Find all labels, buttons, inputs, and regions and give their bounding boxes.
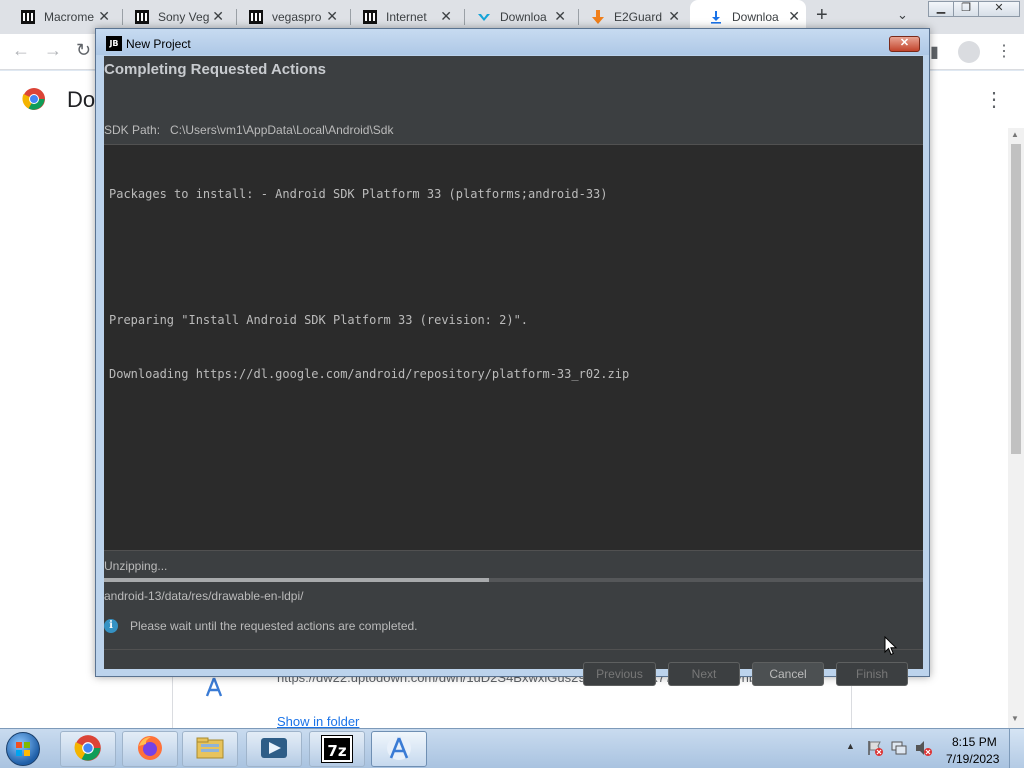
browser-menu-icon[interactable]: ⋮: [996, 41, 1012, 61]
info-message-row: i Please wait until the requested action…: [104, 619, 418, 633]
wizard-step-header: Completing Requested Actions: [104, 61, 326, 78]
tab-title: Internet: [386, 10, 427, 24]
dialog-title: New Project: [126, 37, 191, 51]
uptodown-icon: [476, 9, 492, 25]
7zip-icon: 7z: [321, 735, 353, 763]
taskbar-chrome[interactable]: [60, 731, 116, 767]
android-studio-icon: [385, 734, 413, 765]
restore-button[interactable]: ❐: [953, 1, 979, 17]
profile-avatar-icon[interactable]: [958, 41, 980, 63]
download-item-card: https://dw22.uptodown.com/dwn/1uD2S4Bxwx…: [172, 667, 852, 737]
taskbar-file-explorer[interactable]: [182, 731, 238, 767]
side-panel-icon[interactable]: ▮: [930, 42, 939, 62]
page-title: Do: [67, 87, 96, 112]
show-hidden-icons-arrow[interactable]: ▲: [846, 741, 855, 751]
log-line: Downloading https://dl.google.com/androi…: [109, 367, 630, 381]
action-center-flag-icon[interactable]: [866, 739, 884, 760]
mouse-cursor-icon: [884, 635, 898, 659]
log-line: Packages to install: - Android SDK Platf…: [109, 187, 608, 201]
clock-date[interactable]: 7/19/2023: [946, 752, 999, 766]
new-project-dialog: JB New Project ✕ Completing Requested Ac…: [95, 28, 930, 686]
new-tab-button[interactable]: +: [816, 4, 828, 27]
clock-time[interactable]: 8:15 PM: [952, 735, 997, 749]
forward-arrow-icon[interactable]: →: [44, 40, 62, 61]
jetbrains-icon: JB: [106, 36, 122, 51]
back-arrow-icon[interactable]: ←: [12, 40, 30, 61]
taskbar-7zip[interactable]: 7z: [309, 731, 365, 767]
android-studio-file-icon: [203, 676, 225, 701]
scroll-thumb[interactable]: [1011, 144, 1021, 454]
taskbar-media-player[interactable]: [246, 731, 302, 767]
tab-title: E2Guard: [614, 10, 663, 24]
show-in-folder-link[interactable]: Show in folder: [277, 714, 359, 729]
window-close-button[interactable]: ✕: [978, 1, 1020, 17]
volume-muted-icon[interactable]: [914, 739, 932, 760]
minimize-button[interactable]: ▁: [928, 1, 954, 17]
tab-close-icon[interactable]: ✕: [440, 8, 452, 25]
cancel-button[interactable]: Cancel: [752, 662, 824, 686]
progress-bar: [104, 578, 923, 582]
museum-icon: [134, 9, 150, 25]
install-log[interactable]: Packages to install: - Android SDK Platf…: [104, 144, 923, 551]
tab-title: Sony Veg: [158, 10, 210, 24]
firefox-icon: [136, 734, 164, 765]
next-button[interactable]: Next: [668, 662, 740, 686]
sdk-path-row: SDK Path: C:\Users\vm1\AppData\Local\Andr…: [104, 123, 393, 137]
sdk-path-value: C:\Users\vm1\AppData\Local\Android\Sdk: [170, 123, 394, 137]
tab-close-icon[interactable]: ✕: [326, 8, 338, 25]
tab-title: Macrome: [44, 10, 95, 24]
scroll-up-arrow-icon[interactable]: ▲: [1011, 130, 1019, 139]
reload-icon[interactable]: ↻: [76, 40, 91, 61]
download-arrow-icon: [590, 9, 606, 25]
page-scrollbar[interactable]: ▲ ▼: [1008, 128, 1024, 728]
taskbar-android-studio[interactable]: [371, 731, 427, 767]
museum-icon: [248, 9, 264, 25]
tab-close-icon[interactable]: ✕: [554, 8, 566, 25]
tab-close-icon[interactable]: ✕: [212, 8, 224, 25]
museum-icon: [20, 9, 36, 25]
tab-title: Downloa: [500, 10, 547, 24]
media-player-icon: [259, 735, 289, 764]
tab-search-chevron-icon[interactable]: ⌄: [897, 7, 908, 23]
sdk-path-label: SDK Path:: [104, 123, 161, 137]
network-icon[interactable]: [890, 739, 908, 760]
windows-taskbar: 7z ▲ 8:15 PM 7/19/2023: [0, 728, 1024, 768]
museum-icon: [362, 9, 378, 25]
progress-status: Unzipping...: [104, 559, 168, 573]
info-message: Please wait until the requested actions …: [130, 619, 418, 633]
finish-button[interactable]: Finish: [836, 662, 908, 686]
dialog-close-button[interactable]: ✕: [889, 36, 920, 52]
scroll-down-arrow-icon[interactable]: ▼: [1011, 714, 1019, 723]
file-explorer-icon: [195, 735, 225, 764]
tab-title: Downloa: [732, 10, 779, 24]
show-desktop-button[interactable]: [1009, 729, 1024, 768]
dialog-body: Completing Requested Actions SDK Path: C:…: [104, 56, 923, 686]
info-icon: i: [104, 619, 118, 633]
tab-close-icon[interactable]: ✕: [98, 8, 110, 25]
progress-bar-fill: [104, 578, 489, 582]
chrome-logo-icon: [22, 87, 46, 114]
chrome-icon: [74, 734, 102, 765]
log-line: Preparing "Install Android SDK Platform …: [109, 313, 529, 327]
tab-title: vegaspro: [272, 10, 322, 24]
progress-detail: android-13/data/res/drawable-en-ldpi/: [104, 589, 304, 603]
download-icon: [708, 9, 724, 25]
dialog-button-bar: Previous Next Cancel Finish: [104, 649, 923, 686]
page-menu-icon[interactable]: ⋮: [984, 87, 1004, 112]
taskbar-firefox[interactable]: [122, 731, 178, 767]
tab-close-icon[interactable]: ✕: [788, 8, 800, 25]
dialog-titlebar[interactable]: JB New Project ✕: [96, 29, 929, 55]
previous-button[interactable]: Previous: [583, 662, 656, 686]
tab-close-icon[interactable]: ✕: [668, 8, 680, 25]
start-button[interactable]: [6, 732, 40, 766]
